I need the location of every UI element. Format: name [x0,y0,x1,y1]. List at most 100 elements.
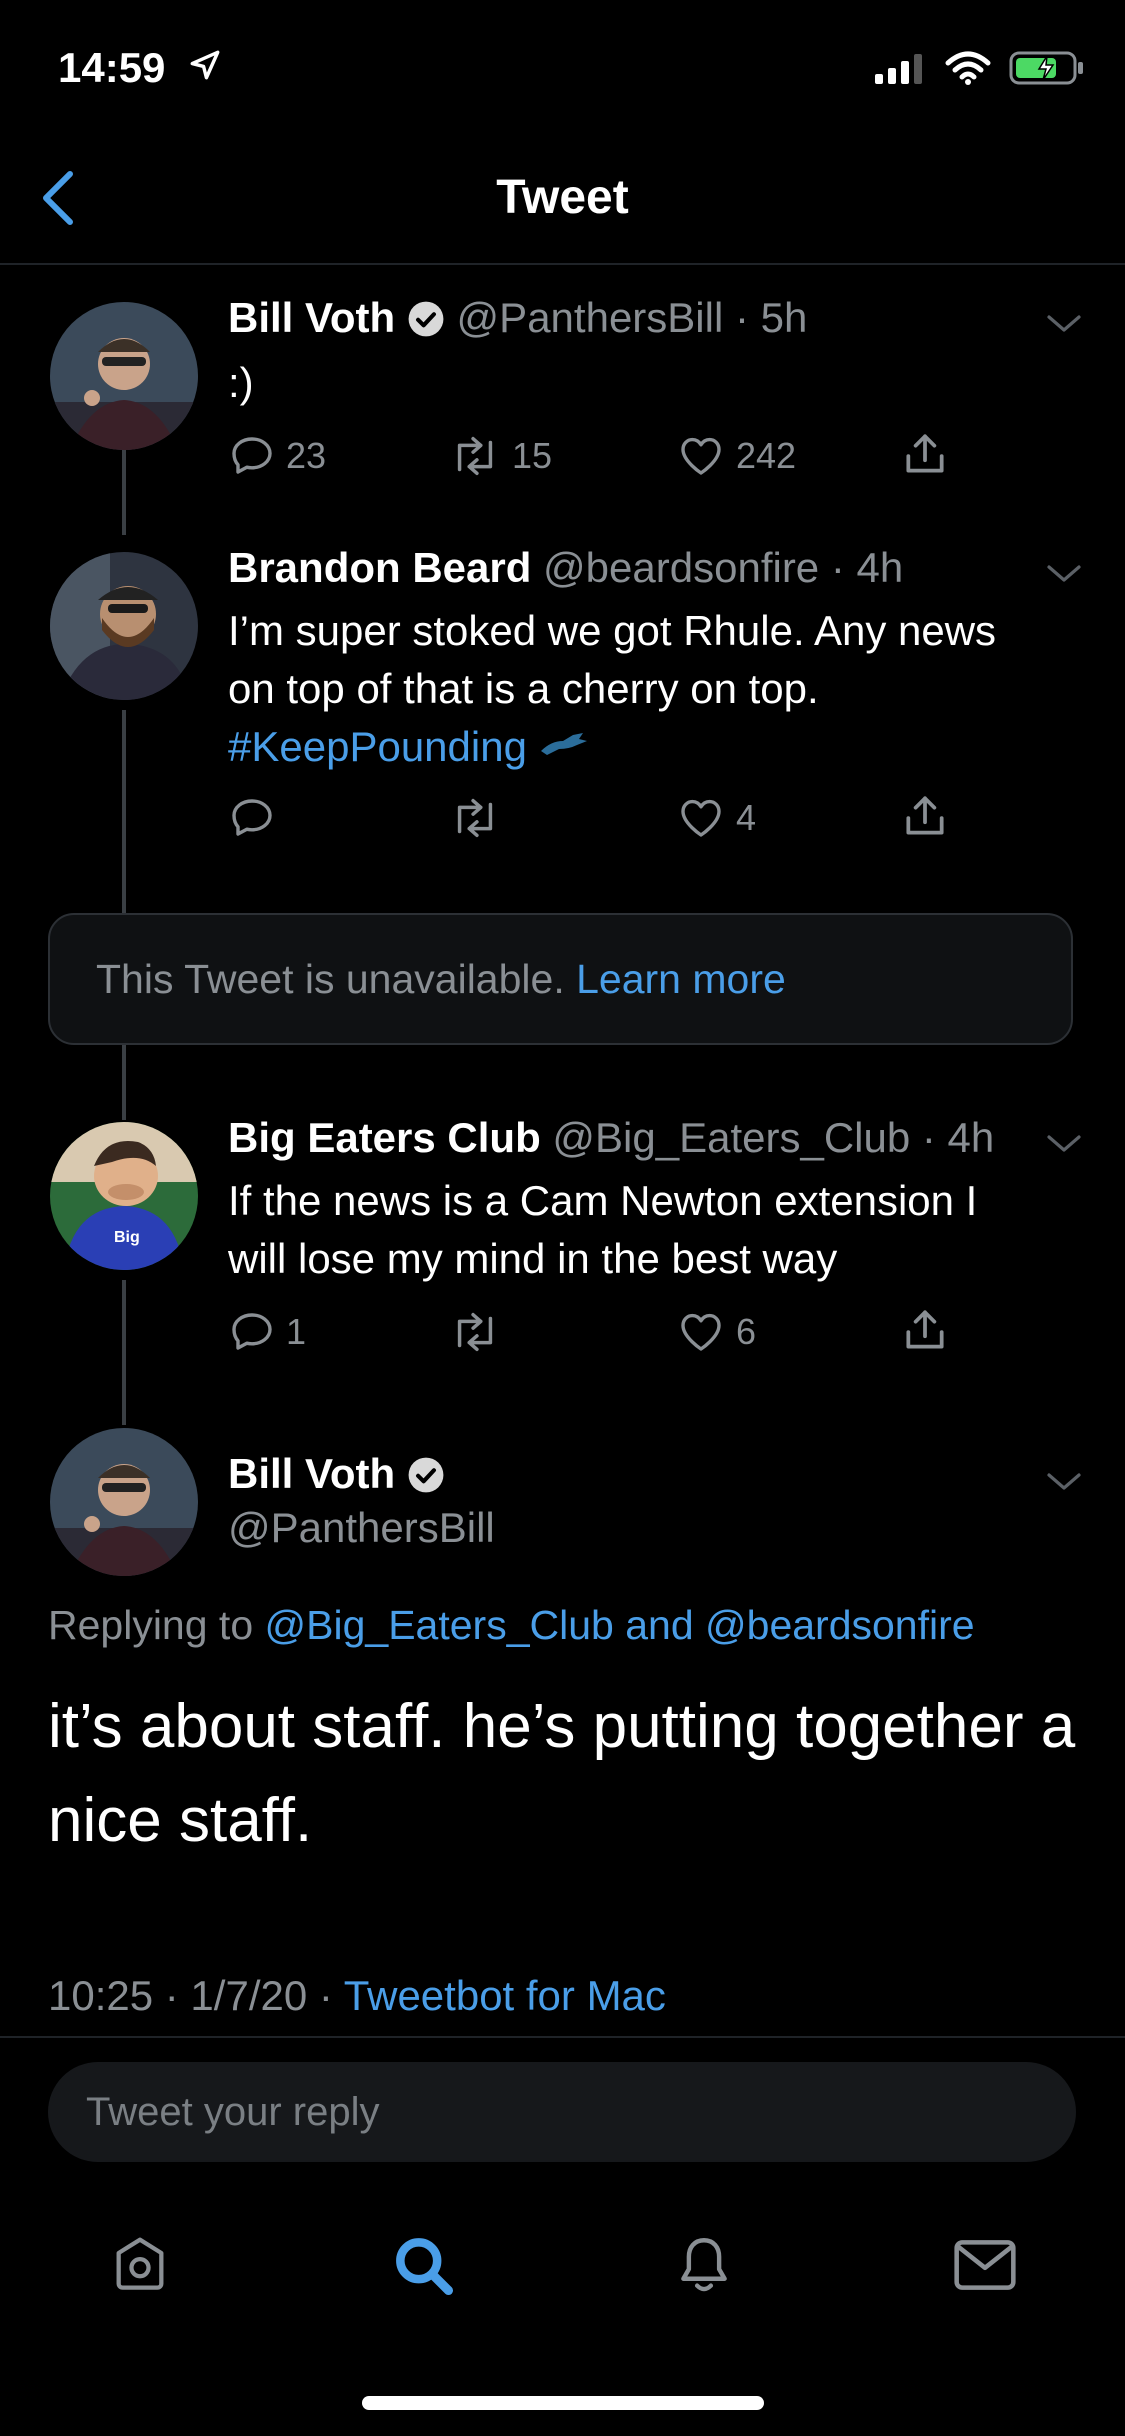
retweet-button[interactable]: 15 [448,432,552,480]
heart-icon [681,1313,721,1351]
tweet-text-line: will lose my mind in the best way [228,1235,838,1282]
like-button[interactable]: 242 [676,432,796,480]
tweet-text: If the news is a Cam Newton extension I … [228,1172,1078,1288]
battery-icon [1009,51,1083,85]
avatar[interactable] [50,552,198,700]
unavailable-text: This Tweet is unavailable. [96,955,565,1002]
tweet-actions: 4 [228,794,988,850]
like-button[interactable]: 4 [676,794,756,842]
retweet-count: 15 [512,435,553,476]
main-tweet-handle-row: @PanthersBill [228,1504,495,1552]
author-name[interactable]: Bill Voth [228,294,395,341]
hashtag-link[interactable]: #KeepPounding [228,723,527,770]
chevron-down-icon[interactable] [1046,314,1082,334]
thread-line [122,1045,126,1120]
learn-more-link[interactable]: Learn more [576,956,786,1003]
avatar[interactable] [50,1428,198,1576]
author-name[interactable]: Brandon Beard [228,544,531,591]
reply-count: 23 [286,435,327,476]
heart-icon [681,437,721,475]
retweet-icon [457,436,493,476]
unavailable-tweet-notice: This Tweet is unavailable. Learn more [48,913,1073,1045]
verified-badge-icon [408,1457,444,1493]
replying-to: Replying to @Big_Eaters_Club and @beards… [48,1602,975,1649]
chevron-down-icon[interactable] [1046,1472,1082,1492]
reply-icon [232,1313,272,1350]
tweet-header: Brandon Beard @beardsonfire · 4h [228,544,903,592]
author-handle[interactable]: @beardsonfire [543,544,819,591]
tweet-age: · 4h [921,1114,995,1161]
reply-input[interactable] [48,2062,1076,2162]
author-handle[interactable]: @Big_Eaters_Club [552,1114,910,1161]
retweet-button[interactable] [448,1308,512,1356]
page-title: Tweet [496,171,629,224]
main-tweet-author: Bill Voth [228,1450,445,1498]
status-time: 14:59 [58,44,166,91]
notifications-icon [681,2238,727,2292]
author-name[interactable]: Big Eaters Club [228,1114,541,1161]
like-count: 6 [736,1311,757,1352]
main-tweet-text: it’s about staff. he’s putting together … [48,1692,1076,1855]
tweet-header: Big Eaters Club @Big_Eaters_Club · 4h [228,1114,994,1162]
reply-button[interactable]: 1 [228,1308,306,1356]
svg-text:Big: Big [114,1229,140,1246]
chevron-down-icon[interactable] [1046,564,1082,584]
thread-line [122,1280,126,1425]
avatar[interactable]: Big [50,1122,198,1270]
tweet-text-line: If the news is a Cam Newton extension I [228,1177,978,1224]
share-icon [906,434,944,473]
home-indicator[interactable] [362,2396,764,2410]
like-count: 242 [736,435,797,476]
retweet-button[interactable] [448,794,512,842]
tweet-text: :) [228,359,254,406]
tweet-text-line: on top of that is a cherry on top. [228,665,819,712]
tab-search[interactable] [383,2225,463,2305]
reply-count: 1 [286,1311,307,1352]
wifi-icon [945,51,991,85]
signal-icon [875,54,922,84]
reply-button[interactable] [228,794,286,842]
reply-button[interactable]: 23 [228,432,326,480]
location-arrow-icon [190,50,220,80]
chevron-down-icon[interactable] [1046,1134,1082,1154]
share-button[interactable] [900,428,950,480]
like-button[interactable]: 6 [676,1308,756,1356]
share-button[interactable] [900,1304,950,1356]
tweet-meta: 10:25 · 1/7/20 · Tweetbot for Mac [48,1972,666,2020]
replying-prefix: Replying to [48,1602,254,1648]
author-handle[interactable]: @PanthersBill [457,294,724,341]
share-icon [906,796,944,835]
reply-icon [232,437,272,474]
heart-icon [681,799,721,837]
author-name[interactable]: Bill Voth [228,1450,395,1497]
tab-home[interactable] [100,2225,180,2305]
tweet-timestamp: 10:25 · 1/7/20 · [48,1972,333,2019]
reply-icon [232,799,272,836]
tab-notifications[interactable] [664,2225,744,2305]
thread-line [122,450,126,535]
tweet-actions: 23 15 242 [228,432,988,488]
like-count: 4 [736,797,757,838]
tweet-text: I’m super stoked we got Rhule. Any news … [228,602,1078,776]
meta-divider [0,2036,1125,2038]
tweet-age: · 4h [830,544,904,591]
retweet-icon [457,1312,493,1352]
messages-icon [954,2240,1016,2290]
panther-emoji-icon [540,733,587,755]
replying-users-link[interactable]: @Big_Eaters_Club and @beardsonfire [265,1602,975,1648]
avatar[interactable] [50,302,198,450]
share-button[interactable] [900,790,950,842]
home-icon [116,2237,164,2290]
tab-messages[interactable] [945,2225,1025,2305]
search-icon [396,2238,454,2296]
status-icons [875,50,1085,86]
author-handle[interactable]: @PanthersBill [228,1504,495,1551]
tweet-source-link[interactable]: Tweetbot for Mac [344,1972,666,2019]
thread-line [122,710,126,913]
retweet-icon [457,798,493,838]
tweet-text-line: I’m super stoked we got Rhule. Any news [228,607,997,654]
share-icon [906,1310,944,1349]
header-divider [0,263,1125,265]
tweet-age: · 5h [734,294,808,341]
tweet-actions: 1 6 [228,1308,988,1364]
